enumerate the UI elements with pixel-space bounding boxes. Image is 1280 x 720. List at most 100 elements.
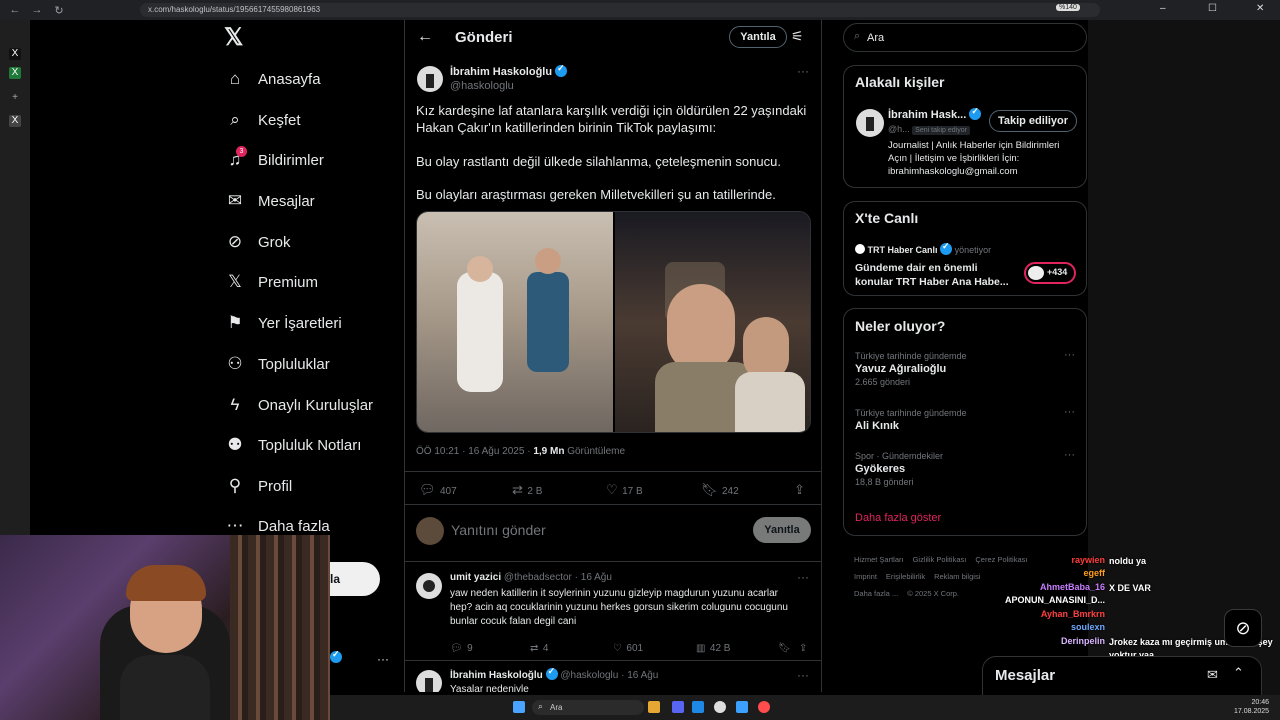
x-tab-icon[interactable]: X xyxy=(9,48,21,60)
avatar[interactable] xyxy=(416,573,442,599)
trend-item[interactable]: Spor · Gündemdekiler Gyökeres 18,8 B gönde… xyxy=(855,449,1077,487)
like-action[interactable]: ♡ 17 B xyxy=(606,481,643,499)
like-action[interactable]: ♡ 601 xyxy=(613,638,643,656)
footer-link[interactable]: Reklam bilgisi xyxy=(934,572,980,581)
nav-item-4[interactable]: ⊘ Grok xyxy=(224,225,291,259)
nav-item-8[interactable]: ϟ Onaylı Kuruluşlar xyxy=(224,388,374,422)
footer-link[interactable]: Daha fazla ... xyxy=(854,589,898,598)
bookmark-action[interactable]: 🔖︎ xyxy=(778,638,791,656)
trend-item[interactable]: Türkiye tarihinde gündemde Yavuz Ağıralio… xyxy=(855,349,1077,387)
discord-icon[interactable] xyxy=(672,701,684,713)
footer-link[interactable]: Imprint xyxy=(854,572,877,581)
zoom-badge[interactable]: %140 xyxy=(1056,4,1080,11)
share-action[interactable]: ⇪ xyxy=(799,638,807,656)
author-name[interactable]: İbrahim Haskoloğlu xyxy=(450,63,568,78)
media-image-right[interactable] xyxy=(615,212,810,432)
reply-submit-button[interactable]: Yanıtla xyxy=(753,517,811,543)
grok-floating-icon[interactable]: ⊘ xyxy=(1224,609,1262,647)
minimize-icon[interactable]: – xyxy=(1160,3,1166,14)
maximize-icon[interactable]: ☐ xyxy=(1208,3,1217,14)
live-host[interactable]: TRT Haber Canlı yönetiyor xyxy=(855,241,991,255)
start-icon[interactable] xyxy=(513,701,525,713)
footer-link[interactable]: Erişilebilirlik xyxy=(886,572,925,581)
app-icon[interactable] xyxy=(736,701,748,713)
heart-icon: ♡ xyxy=(613,643,622,654)
back-arrow-icon[interactable]: ← xyxy=(417,28,433,46)
nav-item-5[interactable]: 𝕏 Premium xyxy=(224,265,318,299)
nav-item-2[interactable]: ♫ 3 Bildirimler xyxy=(224,143,324,177)
nav-item-9[interactable]: ⚉ Topluluk Notları xyxy=(224,428,361,462)
taskbar-clock[interactable]: 20:46 17.08.2025 xyxy=(1234,698,1269,716)
more-options-icon[interactable]: ··· xyxy=(1064,406,1075,418)
messages-drawer[interactable]: Mesajlar ✉ ⌃ xyxy=(982,656,1262,696)
more-options-icon[interactable]: ··· xyxy=(1064,349,1075,361)
live-listeners[interactable]: +434 xyxy=(1024,262,1076,284)
related-name[interactable]: İbrahim Hask... xyxy=(888,106,982,121)
repost-icon: ⇄ xyxy=(530,643,539,654)
address-bar[interactable]: x.com/haskologlu/status/1956617455980861… xyxy=(140,3,1100,17)
obs-icon[interactable] xyxy=(714,701,726,713)
post-button[interactable]: la xyxy=(330,562,380,596)
nav-item-6[interactable]: ⚑ Yer İşaretleri xyxy=(224,306,341,340)
tweet-media[interactable] xyxy=(416,211,811,433)
nav-item-label: Grok xyxy=(258,233,291,251)
nav-item-10[interactable]: ⚲ Profil xyxy=(224,469,292,503)
webcam-overlay xyxy=(0,535,330,720)
bookmark-action[interactable]: 🔖︎ 242 xyxy=(701,481,739,499)
opera-icon[interactable] xyxy=(758,701,770,713)
reply-header[interactable]: İbrahim Haskoloğlu @haskologlu · 16 Ağu xyxy=(450,666,658,681)
footer-link[interactable]: Hizmet Şartları xyxy=(854,555,904,564)
more-options-icon[interactable]: ··· xyxy=(797,668,809,682)
author-handle[interactable]: @haskologlu xyxy=(450,80,514,92)
live-title[interactable]: Gündeme dair en önemli konular TRT Haber… xyxy=(855,261,1015,289)
more-options-icon[interactable]: ··· xyxy=(797,64,809,78)
footer-link[interactable]: © 2025 X Corp. xyxy=(907,589,959,598)
media-image-left[interactable] xyxy=(417,212,613,432)
share-action[interactable]: ⇪ xyxy=(794,481,805,499)
x-tab-active-icon[interactable]: X xyxy=(9,115,21,127)
repost-action[interactable]: ⇄ 4 xyxy=(530,638,548,656)
reply-header-button[interactable]: Yantıla xyxy=(729,26,787,48)
nav-item-0[interactable]: ⌂ Anasayfa xyxy=(224,62,321,96)
reply-compose-input[interactable]: Yanıtını gönder xyxy=(451,522,546,538)
more-options-icon[interactable]: ··· xyxy=(1064,449,1075,461)
close-window-icon[interactable]: ✕ xyxy=(1256,3,1264,14)
forward-arrow-icon[interactable]: → xyxy=(30,4,44,16)
following-button[interactable]: Takip ediliyor xyxy=(989,110,1077,132)
reply-action[interactable]: 💬︎ 9 xyxy=(450,638,473,656)
reply-header[interactable]: umit yazici @thebadsector · 16 Ağu xyxy=(450,572,612,583)
steam-icon[interactable] xyxy=(692,701,704,713)
trend-context: Spor · Gündemdekiler xyxy=(855,451,944,461)
views-action[interactable]: ▥ 42 B xyxy=(696,638,730,656)
add-tab-icon[interactable]: + xyxy=(9,92,21,104)
taskbar-search[interactable]: ⌕ Ara xyxy=(532,700,644,715)
account-more-icon[interactable]: ··· xyxy=(377,652,389,666)
sliders-icon[interactable]: ⚟ xyxy=(791,28,804,45)
nav-item-label: Profil xyxy=(258,477,293,495)
reply-action[interactable]: 💬︎ 407 xyxy=(419,481,457,499)
nav-item-3[interactable]: ✉ Mesajlar xyxy=(224,184,315,218)
excel-tab-icon[interactable]: X xyxy=(9,67,21,79)
avatar[interactable] xyxy=(417,66,443,92)
avatar[interactable] xyxy=(856,109,884,137)
footer-link[interactable]: Çerez Politikası xyxy=(975,555,1027,564)
avatar xyxy=(416,517,444,545)
more-options-icon[interactable]: ··· xyxy=(797,570,809,584)
trend-item[interactable]: Türkiye tarihinde gündemde Ali Kınık ··· xyxy=(855,406,1077,434)
chevron-up-icon[interactable]: ⌃ xyxy=(1233,665,1244,681)
footer-link[interactable]: Gizlilik Politikası xyxy=(913,555,967,564)
back-arrow-icon[interactable]: ← xyxy=(8,4,22,16)
reload-icon[interactable]: ↻ xyxy=(52,4,66,17)
repost-action[interactable]: ⇄ 2 B xyxy=(512,481,542,499)
folder-icon[interactable] xyxy=(648,701,660,713)
avatar[interactable] xyxy=(416,670,442,692)
nav-item-1[interactable]: ⌕ Keşfet xyxy=(224,103,300,137)
x-logo-icon[interactable]: 𝕏 xyxy=(224,26,248,50)
new-message-icon[interactable]: ✉ xyxy=(1207,667,1218,683)
show-more-link[interactable]: Daha fazla göster xyxy=(855,512,941,524)
divider xyxy=(405,561,821,562)
share-icon: ⇪ xyxy=(794,482,805,497)
nav-item-7[interactable]: ⚇ Topluluklar xyxy=(224,347,329,381)
search-input[interactable]: ⌕ Ara xyxy=(843,23,1087,52)
nav-item-label: Bildirimler xyxy=(258,151,324,169)
